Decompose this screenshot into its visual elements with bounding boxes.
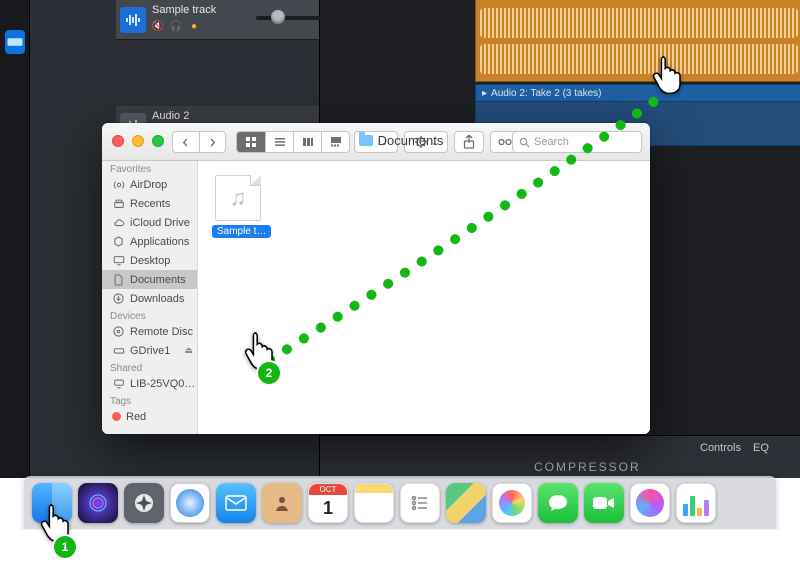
- sidebar-item-shared[interactable]: LIB-25VQ0…: [102, 374, 197, 393]
- daw-left-panel: [0, 0, 30, 478]
- dock-icon-calendar[interactable]: OCT1: [308, 483, 348, 523]
- dock-icon-messages[interactable]: [538, 483, 578, 523]
- share-button[interactable]: [454, 131, 484, 153]
- search-icon: [519, 137, 530, 148]
- dock-icon-itunes[interactable]: [630, 483, 670, 523]
- dock-icon-finder[interactable]: [32, 483, 72, 523]
- sidebar-item-applications[interactable]: Applications: [102, 232, 197, 251]
- nav-back-forward: [172, 131, 226, 153]
- sidebar-group-label: Shared: [102, 360, 197, 374]
- desktop-icon: [112, 254, 125, 267]
- cloud-icon: [112, 216, 125, 229]
- recents-icon: [112, 197, 125, 210]
- panel-tool-icon[interactable]: [5, 30, 25, 54]
- take-folder-header[interactable]: ▸ Audio 2: Take 2 (3 takes): [475, 84, 800, 102]
- mute-icon[interactable]: 🔇: [152, 20, 164, 32]
- dock-icon-reminders[interactable]: [400, 483, 440, 523]
- dock-icon-contacts[interactable]: [262, 483, 302, 523]
- waveform-channel: [480, 8, 798, 38]
- waveform-channel: [480, 44, 798, 74]
- dock-icon-photos[interactable]: [492, 483, 532, 523]
- calendar-day: 1: [309, 495, 347, 521]
- page-background: [0, 530, 800, 576]
- dock-icon-launchpad[interactable]: [124, 483, 164, 523]
- search-placeholder: Search: [534, 136, 569, 148]
- network-icon: [112, 377, 125, 390]
- drive-icon: [112, 344, 125, 357]
- dock-icon-numbers[interactable]: [676, 483, 716, 523]
- action-menu-button[interactable]: ⌄: [404, 131, 448, 153]
- track-name: Sample track: [152, 4, 216, 16]
- sidebar-item-airdrop[interactable]: AirDrop: [102, 175, 197, 194]
- eq-tab[interactable]: EQ: [753, 442, 769, 456]
- close-window-button[interactable]: [112, 135, 124, 147]
- compressor-label: COMPRESSOR: [534, 460, 641, 474]
- editor-bottom-strip: Controls EQ COMPRESSOR: [320, 435, 800, 478]
- zoom-window-button[interactable]: [152, 135, 164, 147]
- finder-titlebar[interactable]: ⌄ ⌄ Documents Search: [102, 123, 650, 161]
- step-badge: 1: [54, 536, 76, 558]
- dock-icon-facetime[interactable]: [584, 483, 624, 523]
- sidebar-item-remotedisc[interactable]: Remote Disc: [102, 322, 197, 341]
- search-field[interactable]: Search: [512, 131, 642, 153]
- dock-icon-mail[interactable]: [216, 483, 256, 523]
- disc-icon: [112, 325, 125, 338]
- dock-icon-maps[interactable]: [446, 483, 486, 523]
- column-view-button[interactable]: [293, 132, 321, 152]
- sidebar-item-recents[interactable]: Recents: [102, 194, 197, 213]
- gallery-view-button[interactable]: [321, 132, 349, 152]
- view-mode-segmented: [236, 131, 350, 153]
- arrange-menu-button[interactable]: ⌄: [354, 131, 398, 153]
- sidebar-group-label: Favorites: [102, 161, 197, 175]
- file-item[interactable]: ♫ Sample t…: [212, 175, 264, 243]
- sidebar-group-label: Tags: [102, 393, 197, 407]
- dock-icon-notes[interactable]: [354, 483, 394, 523]
- eject-icon[interactable]: ⏏: [184, 345, 193, 356]
- tag-color-icon: [112, 412, 121, 421]
- applications-icon: [112, 235, 125, 248]
- track-controls: 🔇 🎧 ●: [152, 20, 200, 32]
- sidebar-item-documents[interactable]: Documents: [102, 270, 197, 289]
- dock: OCT1: [24, 476, 776, 530]
- minimize-window-button[interactable]: [132, 135, 144, 147]
- waveform-icon: [120, 7, 146, 33]
- forward-button[interactable]: [199, 132, 226, 152]
- sidebar-item-icloud[interactable]: iCloud Drive: [102, 213, 197, 232]
- sidebar-item-downloads[interactable]: Downloads: [102, 289, 197, 308]
- record-enable-icon[interactable]: ●: [188, 20, 200, 32]
- traffic-lights: [112, 135, 164, 147]
- finder-sidebar: Favorites AirDrop Recents iCloud Drive A…: [102, 161, 198, 434]
- finder-content-area[interactable]: ♫ Sample t…: [198, 161, 650, 434]
- disclosure-triangle-icon[interactable]: ▸: [482, 88, 487, 99]
- airdrop-icon: [112, 178, 125, 191]
- documents-icon: [112, 273, 125, 286]
- back-button[interactable]: [173, 132, 199, 152]
- track-name: Audio 2: [152, 110, 189, 122]
- audio-region-waveform[interactable]: [475, 0, 800, 82]
- calendar-month: OCT: [309, 484, 347, 495]
- music-file-icon: ♫: [215, 175, 261, 221]
- file-name: Sample t…: [212, 225, 271, 238]
- list-view-button[interactable]: [265, 132, 293, 152]
- sidebar-item-gdrive[interactable]: GDrive1⏏: [102, 341, 197, 360]
- track-row[interactable]: Sample track 🔇 🎧 ●: [116, 0, 319, 40]
- icon-view-button[interactable]: [237, 132, 265, 152]
- headphone-icon[interactable]: 🎧: [170, 20, 182, 32]
- sidebar-group-label: Devices: [102, 308, 197, 322]
- dock-icon-siri[interactable]: [78, 483, 118, 523]
- controls-tab[interactable]: Controls: [700, 442, 741, 456]
- take-folder-label: Audio 2: Take 2 (3 takes): [491, 88, 601, 99]
- finder-window[interactable]: ⌄ ⌄ Documents Search Favorites AirDrop: [102, 123, 650, 434]
- step-badge: 2: [258, 362, 280, 384]
- sidebar-item-desktop[interactable]: Desktop: [102, 251, 197, 270]
- downloads-icon: [112, 292, 125, 305]
- volume-slider-thumb[interactable]: [271, 10, 285, 24]
- sidebar-item-tag[interactable]: Red: [102, 407, 197, 426]
- dock-icon-safari[interactable]: [170, 483, 210, 523]
